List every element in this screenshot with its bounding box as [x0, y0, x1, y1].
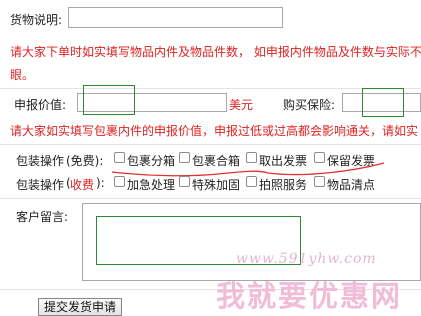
option-item-count: 物品清点: [327, 178, 376, 192]
notice-declare-items-line1: 请大家下单时如实填写物品内件及物品件数， 如申报内件物品及件数与实际不: [10, 45, 421, 59]
option-urgent: 加急处理: [127, 178, 176, 192]
insurance-label: 购买保险:: [283, 98, 336, 112]
declared-value-highlight: [83, 85, 135, 115]
notice-declared-value: 请大家如实填写包裹内件的申报价值，申报过低或过高都会影响通关，请如实: [10, 124, 419, 138]
checkbox-urgent[interactable]: [114, 176, 125, 187]
packing-paid-charge-label: 收费: [70, 178, 95, 192]
packing-free-label-prefix: 包装操作: [16, 154, 65, 168]
option-photo-service: 拍照服务: [259, 178, 308, 192]
goods-description-label: 货物说明:: [10, 13, 63, 27]
watermark-url: www.591yhw.com: [236, 251, 377, 267]
customer-message-label: 客户留言:: [16, 210, 69, 224]
divider: [0, 198, 421, 199]
divider: [0, 88, 421, 89]
declared-value-label: 申报价值:: [14, 98, 67, 112]
packing-free-label-suffix: (免费):: [66, 154, 104, 168]
currency-unit-label: 美元: [229, 98, 254, 112]
checkbox-photo-service[interactable]: [246, 176, 257, 187]
watermark-text: 我就要优惠网: [216, 279, 403, 313]
checkbox-item-count[interactable]: [314, 176, 325, 187]
checkbox-reinforce[interactable]: [179, 176, 190, 187]
divider: [0, 144, 421, 145]
submit-shipping-request-button[interactable]: 提交发货申请: [38, 298, 122, 316]
packing-paid-paren-close: ):: [96, 176, 105, 190]
packing-paid-label-prefix: 包装操作: [16, 178, 65, 192]
insurance-highlight: [362, 88, 404, 117]
goods-description-input[interactable]: [68, 7, 283, 28]
option-reinforce: 特殊加固: [192, 178, 241, 192]
notice-declare-items-line2: 眼。: [10, 68, 35, 82]
